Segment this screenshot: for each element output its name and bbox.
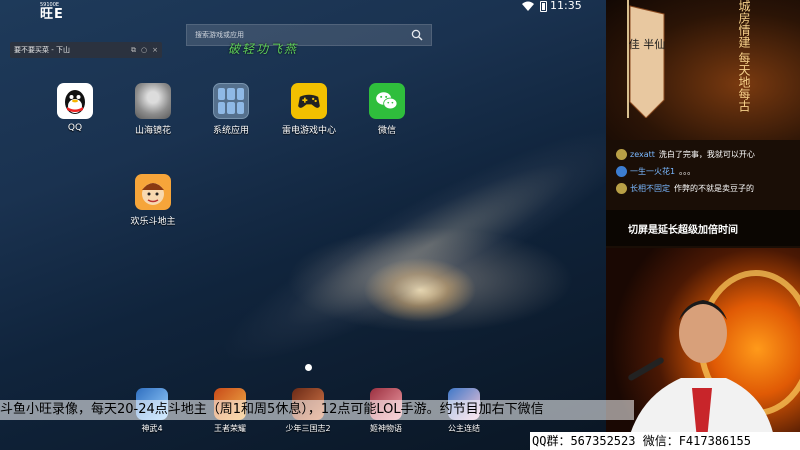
stream-logo: 59100E 旺E xyxy=(40,2,72,26)
wechat-icon[interactable] xyxy=(369,83,405,119)
chat-line: zexatt 洗白了完事，我就可以开心 xyxy=(606,146,800,163)
user-badge-icon xyxy=(616,166,627,177)
gamepad-icon[interactable] xyxy=(291,83,327,119)
app-shanhai[interactable]: 山海镜花 xyxy=(113,83,193,136)
chat-feed: zexatt 洗白了完事，我就可以开心 一生一火花1 。。。 长相不固定 作弊的… xyxy=(606,146,800,202)
app-label: 系统应用 xyxy=(212,126,249,136)
shanhai-icon[interactable] xyxy=(135,83,171,119)
stream-notice: 切屏是延长超级加倍时间 xyxy=(606,210,800,246)
app-label: 雷电游戏中心 xyxy=(281,126,336,136)
chat-msg: 。。。 xyxy=(679,167,696,176)
chat-msg: 作弊的不就是卖豆子的 xyxy=(674,184,754,193)
system-folder-icon[interactable] xyxy=(213,83,249,119)
search-bar[interactable]: 搜索游戏或应用 xyxy=(186,24,432,46)
calligraphy: 城房情建 每天地每古 xyxy=(737,0,751,112)
scrolling-ticker: 斗鱼小旺录像，每天20-24点斗地主（周1和周5休息），12点可能LOL手游。约… xyxy=(0,400,634,420)
floating-window[interactable]: 要不要买菜 - 下山 ⧉ ○ × xyxy=(10,42,162,58)
fire-artwork: 佳 半仙 城房情建 每天地每古 xyxy=(606,0,800,140)
minimize-icon[interactable]: ○ xyxy=(141,46,147,54)
chat-msg: 洗白了完事，我就可以开心 xyxy=(658,150,755,159)
notice-text: 切屏是延长超级加倍时间 xyxy=(628,224,738,236)
svg-text:佳 半仙: 佳 半仙 xyxy=(629,37,666,51)
calligraphy-text: 城房情建 每天地每古 xyxy=(736,0,796,140)
pin-icon[interactable]: ⧉ xyxy=(131,46,136,55)
user-badge-icon xyxy=(616,149,627,160)
app-label: 欢乐斗地主 xyxy=(130,217,176,227)
chat-nick: 长相不固定 xyxy=(630,184,670,193)
app-label: QQ xyxy=(67,123,83,133)
qq-icon[interactable] xyxy=(57,83,93,119)
clock: 11:35 xyxy=(550,0,582,12)
app-doudizhu[interactable]: 欢乐斗地主 xyxy=(113,174,193,227)
dock-label: 王者荣耀 xyxy=(214,424,246,433)
page-indicator-dot xyxy=(305,364,312,371)
battery-icon xyxy=(540,1,547,12)
app-qq[interactable]: QQ xyxy=(35,83,115,133)
chat-line: 长相不固定 作弊的不就是卖豆子的 xyxy=(606,180,800,197)
floating-window-title: 要不要买菜 - 下山 xyxy=(14,46,70,54)
user-badge-icon xyxy=(616,183,627,194)
app-label: 微信 xyxy=(377,126,396,136)
streamer-figure xyxy=(626,270,800,450)
app-wechat[interactable]: 微信 xyxy=(347,83,427,136)
emulator-screen: 59100E 旺E 11:35 要不要买菜 - 下山 ⧉ ○ × 搜索游戏或应用… xyxy=(0,0,606,450)
dock-label: 神武4 xyxy=(141,424,163,433)
app-leidian-game-center[interactable]: 雷电游戏中心 xyxy=(269,83,349,136)
contact-info: QQ群：567352523 微信：F417386155 xyxy=(530,432,800,450)
chat-nick: 一生一火花1 xyxy=(630,167,676,176)
wifi-icon xyxy=(522,1,534,11)
webcam-feed xyxy=(606,248,800,450)
status-bar: 11:35 xyxy=(516,0,606,14)
watermark-text: 破轻功飞燕 xyxy=(228,42,299,56)
close-icon[interactable]: × xyxy=(152,46,158,54)
banner-text: 佳 半仙 xyxy=(629,37,666,51)
app-label: 山海镜花 xyxy=(134,126,171,136)
chat-line: 一生一火花1 。。。 xyxy=(606,163,800,180)
search-icon[interactable] xyxy=(411,29,423,41)
banner-flag: 佳 半仙 xyxy=(627,0,666,118)
dock-label: 少年三国志2 xyxy=(285,424,331,433)
search-placeholder[interactable]: 搜索游戏或应用 xyxy=(195,30,411,40)
dock-label: 姬神物语 xyxy=(370,424,402,433)
logo-big-text: 旺E xyxy=(40,7,64,22)
dock-label: 公主连结 xyxy=(448,424,480,433)
chat-nick: zexatt xyxy=(630,150,655,159)
app-system[interactable]: 系统应用 xyxy=(191,83,271,136)
wallpaper-galaxy xyxy=(205,97,606,393)
doudizhu-icon[interactable] xyxy=(135,174,171,210)
